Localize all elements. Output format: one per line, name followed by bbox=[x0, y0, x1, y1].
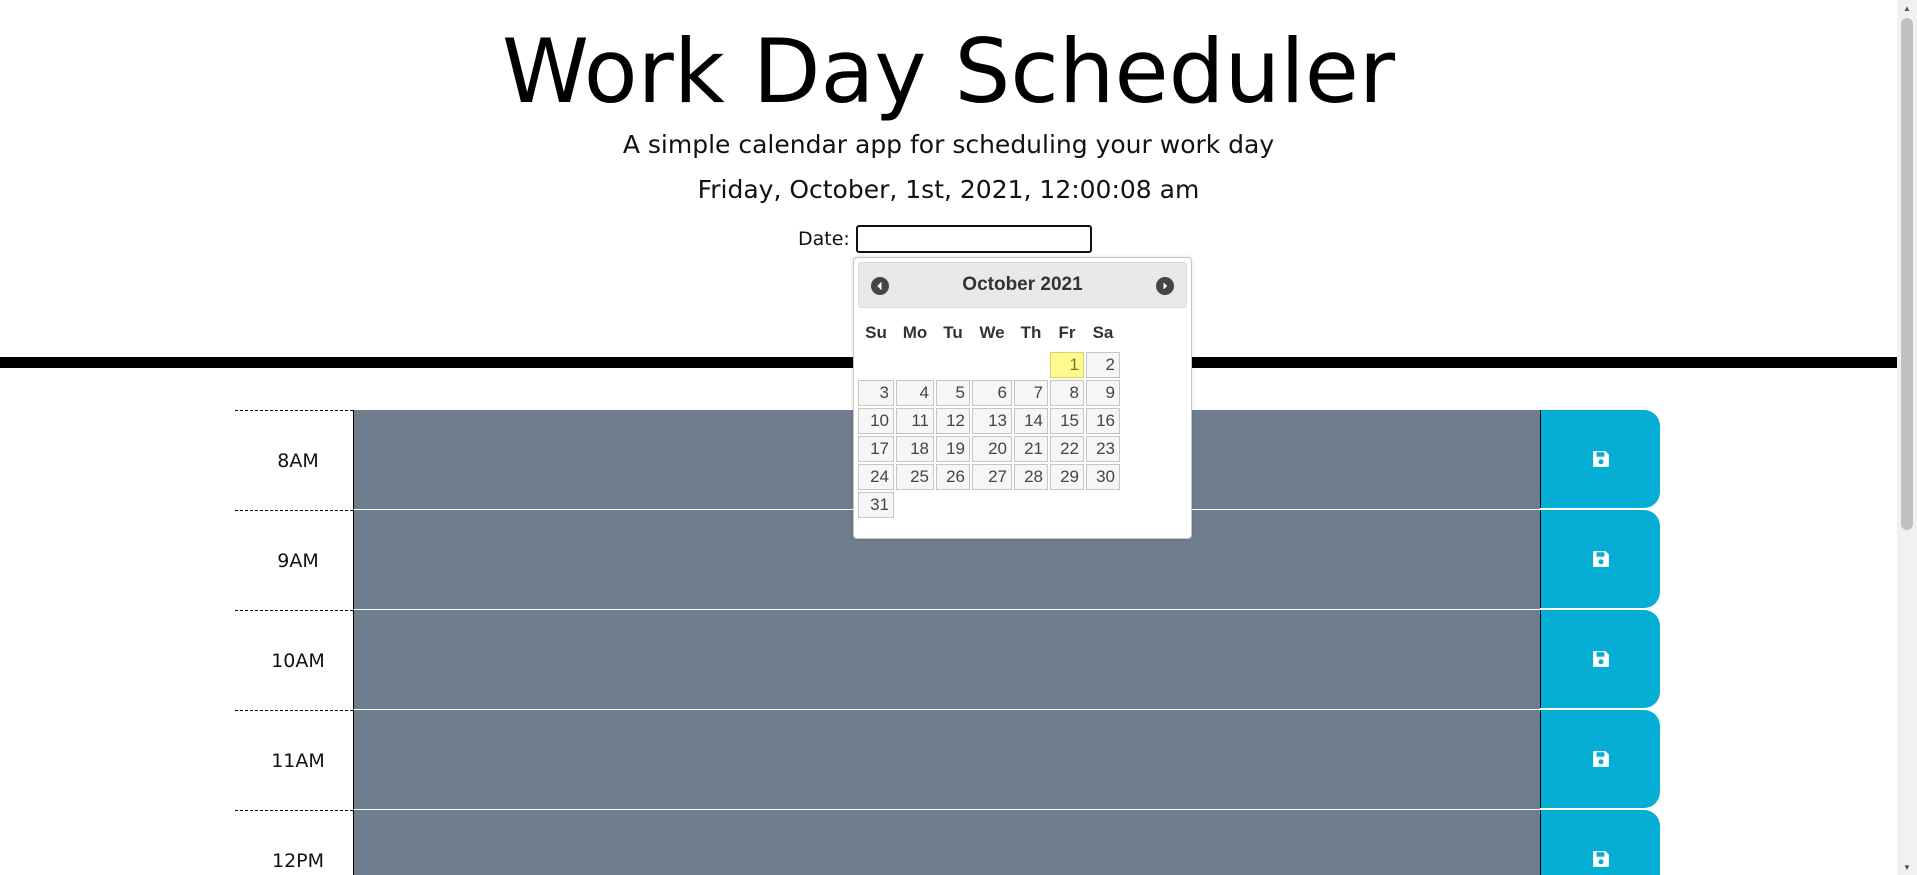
date-label: Date: bbox=[798, 228, 850, 250]
weekday-header: Tu bbox=[943, 323, 963, 342]
weekday-header: Su bbox=[865, 323, 887, 342]
weekday-header: Fr bbox=[1058, 323, 1076, 342]
time-block-row: 12PM bbox=[235, 810, 1660, 875]
calendar-week-row: 31 bbox=[858, 492, 1120, 518]
hour-cell: 9AM bbox=[235, 510, 353, 610]
scrollbar-thumb[interactable] bbox=[1901, 18, 1913, 530]
calendar-day[interactable]: 12 bbox=[936, 408, 970, 434]
floppy-disk-icon bbox=[1592, 651, 1609, 667]
calendar-day[interactable]: 19 bbox=[936, 436, 970, 462]
calendar-day[interactable]: 7 bbox=[1014, 380, 1048, 406]
calendar-day[interactable]: 14 bbox=[1014, 408, 1048, 434]
calendar-day[interactable]: 29 bbox=[1050, 464, 1084, 490]
hour-label: 11AM bbox=[271, 749, 325, 772]
current-datetime: Friday, October, 1st, 2021, 12:00:08 am bbox=[697, 175, 1200, 204]
calendar-day[interactable]: 23 bbox=[1086, 436, 1120, 462]
calendar-day[interactable]: 16 bbox=[1086, 408, 1120, 434]
calendar-day[interactable]: 25 bbox=[896, 464, 934, 490]
calendar-week-row: 17 18 19 20 21 22 23 bbox=[858, 436, 1120, 462]
datepicker-calendar: Su Mo Tu We Th Fr Sa 1 2 3 4 5 6 7 8 9 10 11 12 13 14 15 16 17… bbox=[856, 314, 1122, 520]
calendar-day[interactable]: 3 bbox=[858, 380, 894, 406]
scroll-up-icon[interactable]: ▲ bbox=[1897, 0, 1917, 16]
page-subtitle: A simple calendar app for scheduling you… bbox=[622, 130, 1275, 159]
calendar-day[interactable]: 11 bbox=[896, 408, 934, 434]
calendar-day[interactable]: 9 bbox=[1086, 380, 1120, 406]
datepicker-popup: October 2021 Su Mo Tu We Th Fr Sa 1 2 3 4 5 6 7 8 9 10 1… bbox=[853, 257, 1192, 539]
datepicker-month-title: October 2021 bbox=[962, 274, 1083, 295]
calendar-day[interactable]: 22 bbox=[1050, 436, 1084, 462]
weekday-header: Mo bbox=[902, 323, 928, 342]
calendar-day[interactable]: 4 bbox=[896, 380, 934, 406]
hour-cell: 11AM bbox=[235, 710, 353, 810]
scroll-down-icon[interactable]: ▼ bbox=[1897, 859, 1917, 875]
floppy-disk-icon bbox=[1592, 851, 1609, 867]
date-field-row: Date: bbox=[798, 222, 1092, 256]
calendar-day[interactable]: 31 bbox=[858, 492, 894, 518]
calendar-day[interactable]: 15 bbox=[1050, 408, 1084, 434]
calendar-day[interactable]: 18 bbox=[896, 436, 934, 462]
save-button[interactable] bbox=[1540, 610, 1660, 708]
event-description-textarea[interactable] bbox=[353, 610, 1540, 710]
calendar-day[interactable]: 8 bbox=[1050, 380, 1084, 406]
save-button[interactable] bbox=[1540, 410, 1660, 508]
calendar-week-row: 3456789 bbox=[858, 380, 1120, 406]
weekday-header: Th bbox=[1020, 323, 1042, 342]
save-button[interactable] bbox=[1540, 810, 1660, 875]
hour-label: 9AM bbox=[277, 549, 319, 572]
calendar-day[interactable]: 20 bbox=[972, 436, 1012, 462]
calendar-day[interactable]: 21 bbox=[1014, 436, 1048, 462]
prev-month-icon[interactable] bbox=[871, 277, 889, 295]
calendar-day[interactable]: 5 bbox=[936, 380, 970, 406]
hour-label: 8AM bbox=[277, 449, 319, 472]
calendar-day[interactable]: 30 bbox=[1086, 464, 1120, 490]
calendar-day[interactable]: 28 bbox=[1014, 464, 1048, 490]
weekday-header: Sa bbox=[1092, 323, 1114, 342]
hour-label: 12PM bbox=[271, 849, 325, 872]
hour-cell: 10AM bbox=[235, 610, 353, 710]
time-block-row: 10AM bbox=[235, 610, 1660, 710]
event-description-textarea[interactable] bbox=[353, 710, 1540, 810]
scheduler-content: Work Day Scheduler A simple calendar app… bbox=[0, 0, 1897, 875]
page-title: Work Day Scheduler bbox=[501, 20, 1396, 123]
floppy-disk-icon bbox=[1592, 451, 1609, 467]
calendar-day[interactable]: 13 bbox=[972, 408, 1012, 434]
weekday-header: We bbox=[979, 323, 1005, 342]
hour-label: 10AM bbox=[271, 649, 325, 672]
event-description-textarea[interactable] bbox=[353, 810, 1540, 875]
floppy-disk-icon bbox=[1592, 751, 1609, 767]
vertical-scrollbar[interactable]: ▲ ▼ bbox=[1897, 0, 1917, 875]
floppy-disk-icon bbox=[1592, 551, 1609, 567]
calendar-day[interactable]: 17 bbox=[858, 436, 894, 462]
save-button[interactable] bbox=[1540, 710, 1660, 808]
calendar-week-row: 24 25 26 27 28 29 30 bbox=[858, 464, 1120, 490]
calendar-week-row: 12 bbox=[858, 352, 1120, 378]
next-month-icon[interactable] bbox=[1156, 277, 1174, 295]
calendar-day[interactable]: 26 bbox=[936, 464, 970, 490]
calendar-day[interactable]: 10 bbox=[858, 408, 894, 434]
save-button[interactable] bbox=[1540, 510, 1660, 608]
datepicker-header: October 2021 bbox=[858, 262, 1187, 308]
calendar-day[interactable]: 24 bbox=[858, 464, 894, 490]
calendar-day[interactable]: 27 bbox=[972, 464, 1012, 490]
date-input[interactable] bbox=[855, 225, 1092, 253]
time-block-row: 11AM bbox=[235, 710, 1660, 810]
calendar-day[interactable]: 1 bbox=[1050, 352, 1084, 378]
hour-cell: 8AM bbox=[235, 410, 353, 510]
calendar-day[interactable]: 6 bbox=[972, 380, 1012, 406]
calendar-day[interactable]: 2 bbox=[1086, 352, 1120, 378]
calendar-week-row: 10 11 12 13 14 15 16 bbox=[858, 408, 1120, 434]
hour-cell: 12PM bbox=[235, 810, 353, 875]
page: Work Day Scheduler A simple calendar app… bbox=[0, 0, 1917, 875]
